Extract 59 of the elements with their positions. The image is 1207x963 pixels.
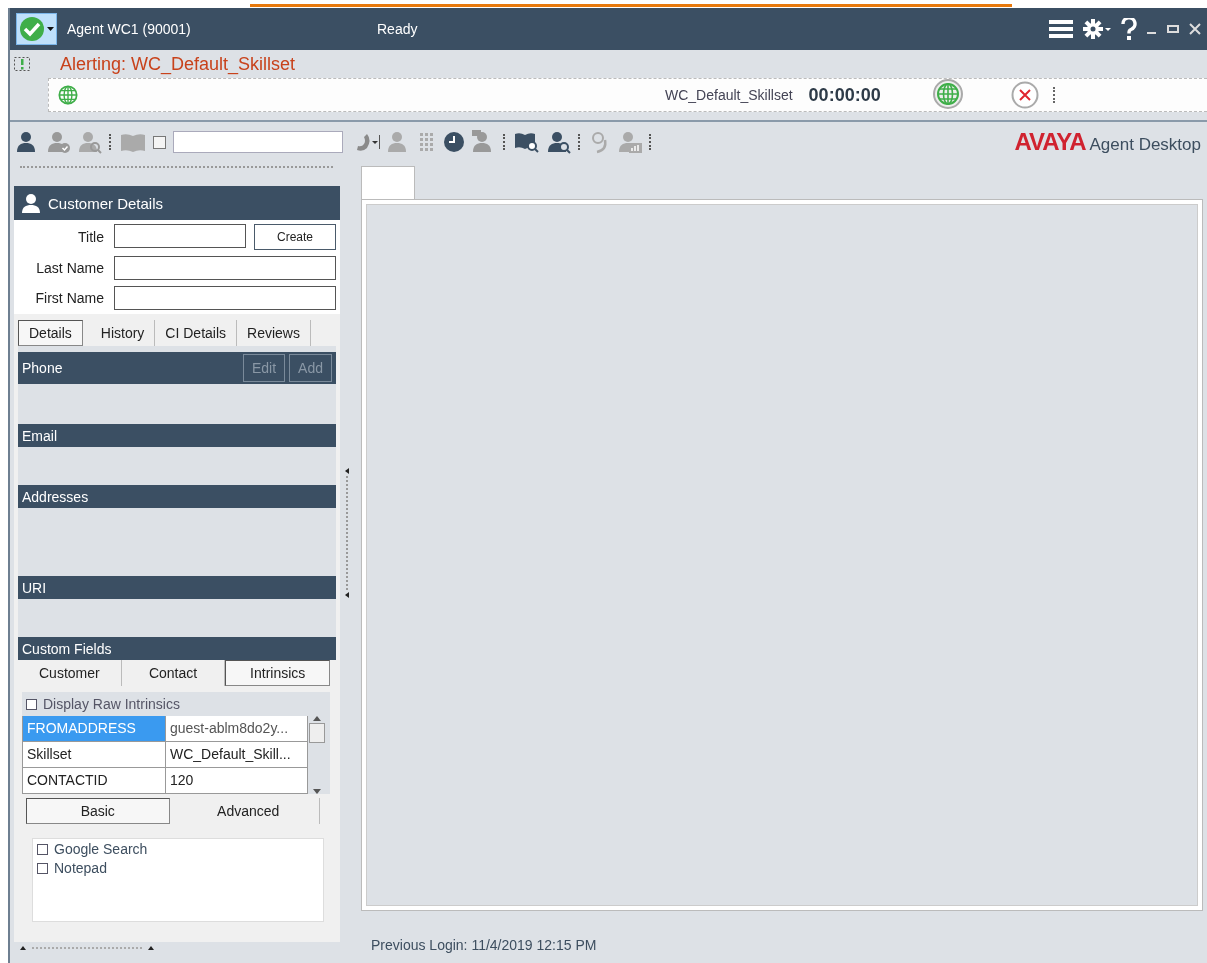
book-search-icon[interactable] — [514, 131, 540, 153]
status-dropdown[interactable] — [16, 13, 57, 45]
section-title: Custom Fields — [22, 640, 113, 657]
section-title: URI — [22, 579, 48, 596]
dial-field[interactable] — [173, 131, 343, 153]
product-name: Agent Desktop — [1089, 135, 1201, 155]
arrow-down-icon[interactable] — [313, 789, 321, 794]
alert-icon — [14, 57, 30, 71]
checkbox[interactable] — [37, 862, 48, 874]
check-icon — [19, 16, 45, 42]
maximize-icon[interactable] — [1167, 24, 1179, 34]
close-icon[interactable] — [1010, 81, 1039, 109]
arrow-up-icon[interactable] — [148, 946, 154, 950]
section-title: Email — [22, 427, 58, 444]
tab[interactable]: Basic — [26, 798, 170, 824]
arrow-left-icon[interactable] — [345, 592, 349, 598]
field-label: Title — [77, 229, 104, 245]
table-cell: guest-ablm8do2y... — [166, 716, 308, 742]
globe-button[interactable] — [932, 78, 963, 109]
text-field[interactable] — [114, 256, 336, 280]
table-cell: WC_Default_Skill... — [166, 742, 308, 768]
table-cell[interactable]: Skillset — [23, 742, 166, 768]
clock-icon[interactable] — [443, 131, 465, 153]
help-icon[interactable] — [1121, 18, 1137, 40]
text-field[interactable] — [114, 286, 336, 310]
menu-icon[interactable] — [1049, 19, 1073, 39]
text-field[interactable] — [114, 224, 246, 248]
brand-logo: AVAYA — [1014, 128, 1086, 156]
person-check-icon[interactable] — [47, 130, 71, 154]
arrow-up-icon[interactable] — [313, 716, 321, 721]
panel-title: Customer Details — [48, 194, 164, 212]
person-search-icon[interactable] — [547, 130, 571, 154]
status-text: Previous Login: 11/4/2019 12:15 PM — [371, 937, 598, 953]
call-timer: 00:00:00 — [808, 84, 881, 106]
settings-icon[interactable] — [1083, 19, 1111, 39]
section-title: Addresses — [22, 488, 90, 505]
checkbox-label: Notepad — [54, 860, 107, 876]
checkbox-label: Google Search — [54, 841, 148, 857]
tab[interactable]: Intrinsics — [225, 660, 330, 686]
checkbox-label: Display Raw Intrinsics — [43, 696, 180, 712]
alert-text: Alerting: WC_Default_Skillset — [60, 53, 296, 75]
arrow-up-icon[interactable] — [20, 946, 26, 950]
scrollbar-thumb[interactable] — [309, 723, 325, 743]
agent-state: Ready — [377, 21, 418, 37]
checkbox[interactable] — [37, 843, 48, 855]
checkbox[interactable] — [26, 698, 37, 710]
caret-icon — [47, 27, 54, 31]
checkbox[interactable] — [153, 135, 166, 149]
section-title: Phone — [22, 360, 64, 376]
create-button[interactable]: Create — [254, 224, 336, 250]
skillset-name: WC_Default_Skillset — [665, 87, 793, 103]
agent-name: Agent WC1 (90001) — [67, 21, 192, 37]
arrow-left-icon[interactable] — [345, 468, 349, 474]
table-cell[interactable]: CONTACTID — [23, 768, 166, 794]
field-label: First Name — [34, 290, 104, 306]
field-label: Last Name — [35, 260, 104, 276]
tab[interactable]: Details — [18, 320, 83, 346]
table-cell: 120 — [166, 768, 308, 794]
person-icon — [22, 193, 40, 213]
